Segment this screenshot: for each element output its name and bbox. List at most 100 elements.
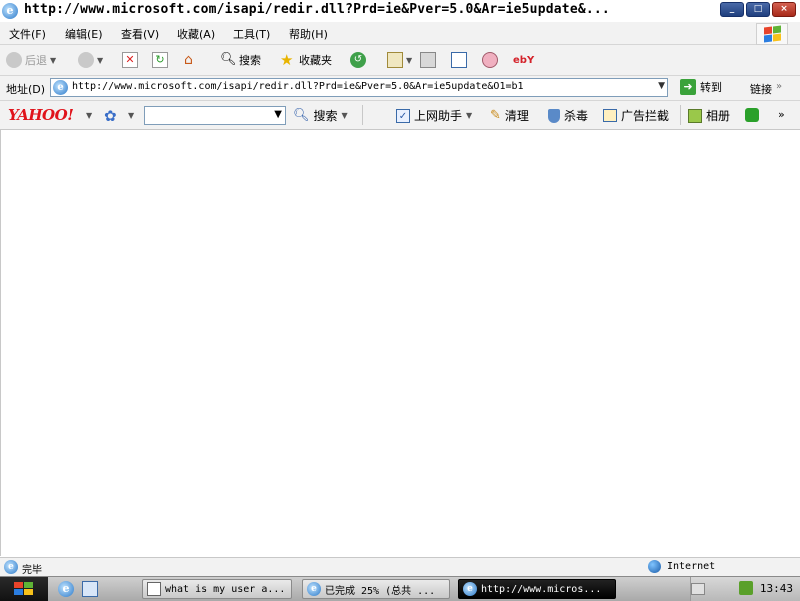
zone-label: Internet — [667, 561, 716, 572]
ie-page-icon: e — [4, 560, 18, 574]
back-label: 后退 — [25, 54, 47, 67]
task-label: 已完成 25% (总共 ... — [325, 585, 436, 597]
globe-icon — [648, 560, 661, 573]
chevron-down-icon[interactable]: ▼ — [658, 81, 665, 91]
refresh-icon: ↻ — [152, 52, 168, 68]
yahoo-search-button[interactable]: 🔍︎ 搜索 ▼ — [293, 107, 348, 124]
album-button[interactable]: 相册 — [688, 107, 730, 124]
printer-icon — [420, 52, 436, 68]
yahoo-more-chevron[interactable]: » — [778, 108, 785, 121]
windows-logo-icon — [14, 582, 34, 596]
taskbar-task-active[interactable]: e http://www.micros... — [458, 579, 616, 599]
taskbar-task[interactable]: what is my user a... — [142, 579, 292, 599]
taskbar-task[interactable]: e 已完成 25% (总共 ... — [302, 579, 450, 599]
chevron-down-icon[interactable]: ▼ — [274, 109, 282, 120]
yahoo-search-input[interactable]: ▼ — [144, 106, 286, 125]
go-arrow-icon: ➜ — [680, 79, 696, 95]
home-icon: ⌂ — [184, 52, 193, 68]
yahoo-logo[interactable]: YAHOO! — [8, 106, 74, 124]
clean-button[interactable]: ✎ 清理 — [490, 107, 529, 124]
minimize-button[interactable]: _ — [720, 2, 744, 17]
links-more-chevron[interactable]: » — [776, 81, 782, 92]
task-label: http://www.micros... — [481, 583, 602, 595]
yahoo-search-label: 搜索 — [313, 109, 338, 123]
maximize-button[interactable]: □ — [746, 2, 770, 17]
menu-help[interactable]: 帮助(H) — [289, 26, 328, 42]
ebay-button[interactable]: ebY — [513, 51, 534, 69]
home-button[interactable]: ⌂ — [184, 51, 200, 69]
star-icon: ★ — [280, 51, 294, 69]
chevron-down-icon[interactable]: ▼ — [128, 111, 134, 120]
yahoo-toolbar: YAHOO! ▼ ✿ ▼ ▼ 🔍︎ 搜索 ▼ ✓ 上网助手 ▼ ✎ 清理 杀毒 … — [0, 101, 800, 130]
messenger-button[interactable] — [482, 51, 498, 69]
quicklaunch-ie-icon[interactable]: e — [58, 581, 74, 597]
address-input[interactable]: e http://www.microsoft.com/isapi/redir.d… — [50, 78, 668, 97]
menu-bar: 文件(F) 编辑(E) 查看(V) 收藏(A) 工具(T) 帮助(H) — [0, 22, 800, 45]
window-title: http://www.microsoft.com/isapi/redir.dll… — [24, 2, 610, 17]
network-icon[interactable] — [739, 581, 753, 595]
print-button[interactable] — [420, 51, 436, 69]
taskbar: e what is my user a... e 已完成 25% (总共 ...… — [0, 576, 800, 601]
forward-button[interactable]: ▼ — [78, 51, 103, 69]
chevron-down-icon: ▼ — [406, 55, 413, 65]
photo-album-icon — [688, 108, 702, 123]
search-label: 搜索 — [239, 54, 261, 67]
stop-icon: ✕ — [122, 52, 138, 68]
window-controls: _ □ × — [720, 2, 796, 17]
task-label: what is my user a... — [165, 583, 286, 595]
back-arrow-icon — [6, 52, 22, 68]
clock[interactable]: 13:43 — [760, 582, 793, 595]
stop-button[interactable]: ✕ — [122, 51, 138, 69]
menu-tools[interactable]: 工具(T) — [233, 26, 270, 42]
edit-page-icon — [451, 52, 467, 68]
system-tray: 13:43 — [690, 577, 800, 601]
go-button[interactable]: ➜ 转到 — [680, 79, 722, 95]
history-button[interactable]: ↺ — [350, 51, 366, 69]
edit-button[interactable] — [451, 51, 467, 69]
toolbar-divider — [362, 105, 363, 125]
favorites-button[interactable]: ★ 收藏夹 — [280, 51, 332, 69]
keyboard-icon[interactable] — [691, 583, 705, 595]
start-button[interactable] — [0, 577, 48, 601]
back-button[interactable]: 后退 ▼ — [6, 51, 56, 69]
menu-view[interactable]: 查看(V) — [121, 26, 159, 42]
search-icon: 🔍︎ — [220, 52, 237, 67]
chevron-down-icon: ▼ — [50, 55, 57, 65]
links-button[interactable]: 链接 — [750, 81, 772, 97]
menu-favorites[interactable]: 收藏(A) — [177, 26, 215, 42]
album-label: 相册 — [706, 109, 731, 123]
search-button[interactable]: 🔍︎ 搜索 — [220, 51, 261, 69]
address-bar: 地址(D) e http://www.microsoft.com/isapi/r… — [0, 76, 800, 101]
close-button[interactable]: × — [772, 2, 796, 17]
mail-button[interactable]: ▼ — [387, 51, 412, 69]
antivirus-label: 杀毒 — [564, 109, 589, 123]
chevron-down-icon[interactable]: ▼ — [86, 111, 92, 120]
forward-arrow-icon — [78, 52, 94, 68]
chevron-down-icon: ▼ — [341, 111, 348, 120]
menu-edit[interactable]: 编辑(E) — [65, 26, 103, 42]
windows-logo-icon — [756, 23, 788, 45]
search-icon: 🔍︎ — [293, 108, 310, 123]
antivirus-button[interactable]: 杀毒 — [548, 107, 588, 124]
title-bar: e http://www.microsoft.com/isapi/redir.d… — [0, 0, 800, 23]
address-url: http://www.microsoft.com/isapi/redir.dll… — [72, 81, 524, 92]
flower-icon[interactable]: ✿ — [104, 107, 117, 125]
address-label: 地址(D) — [6, 83, 46, 96]
toolbar-divider — [680, 105, 681, 125]
checkbox-icon: ✓ — [396, 108, 410, 123]
mail-icon — [387, 52, 403, 68]
page-content[interactable] — [0, 130, 800, 556]
window-icon — [147, 582, 161, 596]
assistant-label: 上网助手 — [414, 109, 463, 123]
assistant-button[interactable]: ✓ 上网助手 ▼ — [396, 107, 472, 124]
shield-icon — [548, 108, 560, 123]
popup-block-button[interactable]: 广告拦截 — [603, 107, 669, 124]
history-icon: ↺ — [350, 52, 366, 68]
clean-label: 清理 — [504, 109, 529, 123]
menu-file[interactable]: 文件(F) — [9, 26, 46, 42]
go-label: 转到 — [700, 81, 722, 94]
headset-icon[interactable] — [745, 108, 759, 122]
quicklaunch-desktop-icon[interactable] — [82, 581, 98, 597]
refresh-button[interactable]: ↻ — [152, 51, 168, 69]
popup-block-label: 广告拦截 — [621, 109, 670, 123]
